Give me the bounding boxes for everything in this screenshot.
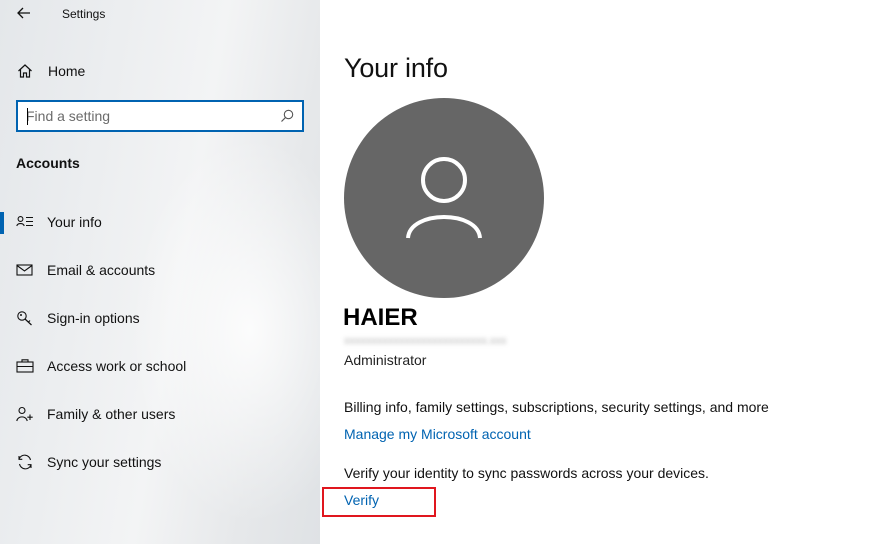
main-content: Your info HAIER xxxxxxxxxxxxxxxxxxxxxxxx… [320, 0, 896, 544]
selection-indicator [0, 212, 4, 234]
nav-home[interactable]: Home [0, 56, 320, 86]
title-bar: Settings [0, 0, 320, 30]
back-arrow-icon [17, 7, 30, 19]
verify-identity-text: Verify your identity to sync passwords a… [344, 465, 709, 481]
section-heading: Accounts [16, 155, 80, 171]
home-icon [18, 64, 32, 78]
avatar [344, 98, 544, 298]
sidebar-item-label: Sign-in options [47, 310, 140, 326]
person-card-icon [16, 216, 33, 227]
sidebar-item-label: Access work or school [47, 358, 187, 374]
manage-account-link[interactable]: Manage my Microsoft account [344, 426, 531, 442]
user-role: Administrator [344, 352, 427, 368]
verify-link[interactable]: Verify [344, 492, 379, 508]
sidebar-item-label: Your info [47, 214, 102, 230]
sidebar-item-label: Family & other users [47, 406, 176, 422]
back-button[interactable] [10, 2, 38, 24]
page-title: Your info [344, 53, 448, 83]
user-email-redacted: xxxxxxxxxxxxxxxxxxxxxxxxxx.xxx [344, 335, 507, 347]
app-title: Settings [62, 7, 106, 21]
search-input[interactable] [26, 106, 276, 126]
add-person-icon [16, 406, 33, 422]
billing-info-text: Billing info, family settings, subscript… [344, 399, 769, 415]
sidebar-item-access-work[interactable]: Access work or school [0, 346, 320, 386]
sidebar-item-your-info[interactable]: Your info [0, 202, 320, 242]
sidebar: Settings Home Accounts Your info Email &… [0, 0, 320, 544]
sync-icon [18, 454, 32, 470]
search-icon[interactable] [280, 109, 294, 123]
text-caret [27, 108, 28, 125]
sidebar-item-label: Sync your settings [47, 454, 162, 470]
mail-icon [16, 264, 33, 276]
nav-home-label: Home [48, 63, 86, 79]
sidebar-item-email-accounts[interactable]: Email & accounts [0, 250, 320, 290]
person-icon [406, 157, 482, 239]
sidebar-item-sign-in-options[interactable]: Sign-in options [0, 298, 320, 338]
key-icon [17, 311, 32, 326]
search-box[interactable] [16, 100, 304, 132]
sidebar-item-sync-settings[interactable]: Sync your settings [0, 442, 320, 482]
briefcase-icon [16, 359, 34, 373]
sidebar-item-family-users[interactable]: Family & other users [0, 394, 320, 434]
user-name: HAIER [343, 304, 418, 331]
sidebar-item-label: Email & accounts [47, 262, 156, 278]
